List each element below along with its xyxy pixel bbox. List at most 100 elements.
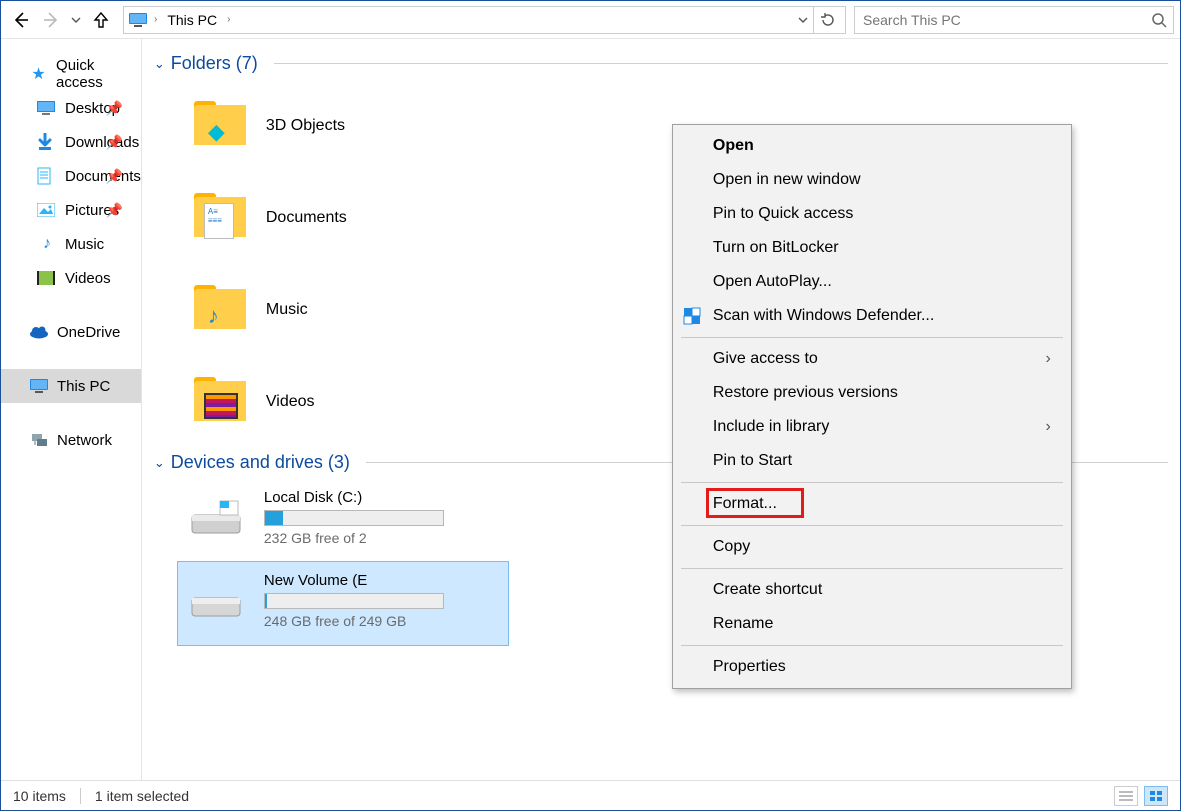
chevron-down-icon: ⌄	[154, 455, 165, 471]
tree-label: Downloads	[65, 134, 139, 151]
status-selection: 1 item selected	[95, 788, 189, 804]
folder-icon: A≡≡≡≡	[194, 193, 250, 243]
documents-icon	[37, 167, 57, 185]
tree-music[interactable]: ♪ Music	[1, 227, 141, 261]
ctx-format[interactable]: Format...	[675, 487, 1069, 521]
ctx-rename[interactable]: Rename	[675, 607, 1069, 641]
capacity-bar	[264, 593, 444, 609]
ctx-bitlocker[interactable]: Turn on BitLocker	[675, 231, 1069, 265]
drive-icon	[186, 578, 246, 624]
submenu-arrow-icon: ›	[1046, 418, 1051, 436]
tree-documents[interactable]: Documents 📌	[1, 159, 141, 193]
drive-new-volume-e[interactable]: New Volume (E 248 GB free of 249 GB	[178, 562, 508, 645]
nav-forward-button[interactable]	[37, 6, 65, 34]
section-title: Folders (7)	[171, 53, 258, 74]
tree-videos[interactable]: Videos	[1, 261, 141, 295]
folder-label: Documents	[266, 209, 347, 227]
desktop-icon	[37, 101, 57, 115]
tree-quick-access[interactable]: ★ Quick access	[1, 57, 141, 91]
folder-documents[interactable]: A≡≡≡≡ Documents	[194, 172, 444, 264]
drive-free-text: 248 GB free of 249 GB	[264, 613, 444, 629]
pin-icon: 📌	[105, 202, 122, 219]
separator	[681, 525, 1063, 526]
download-icon	[37, 133, 57, 151]
refresh-button[interactable]	[813, 6, 841, 34]
ctx-create-shortcut[interactable]: Create shortcut	[675, 573, 1069, 607]
chevron-right-icon[interactable]: ›	[227, 14, 230, 25]
status-bar: 10 items 1 item selected	[1, 780, 1180, 810]
tree-label: Quick access	[56, 57, 141, 91]
search-input[interactable]	[861, 11, 1151, 29]
drive-icon	[186, 495, 246, 541]
search-box[interactable]	[854, 6, 1174, 34]
nav-back-button[interactable]	[7, 6, 35, 34]
chevron-down-icon: ⌄	[154, 56, 165, 72]
folder-videos[interactable]: Videos	[194, 356, 444, 448]
pin-icon: 📌	[105, 134, 122, 151]
view-large-icons-button[interactable]	[1144, 786, 1168, 806]
tree-label: This PC	[57, 378, 110, 395]
folder-label: 3D Objects	[266, 117, 345, 135]
drive-local-c[interactable]: Local Disk (C:) 232 GB free of 2	[178, 479, 508, 562]
ctx-properties[interactable]: Properties	[675, 650, 1069, 684]
pictures-icon	[37, 203, 57, 217]
folder-music[interactable]: ♪ Music	[194, 264, 444, 356]
ctx-autoplay[interactable]: Open AutoPlay...	[675, 265, 1069, 299]
nav-up-button[interactable]	[87, 6, 115, 34]
shield-icon	[683, 307, 701, 325]
tree-label: Videos	[65, 270, 111, 287]
breadcrumb-this-pc[interactable]: This PC	[163, 10, 221, 30]
drive-name: New Volume (E	[264, 572, 444, 589]
pin-icon: 📌	[105, 168, 122, 185]
tree-label: Music	[65, 236, 104, 253]
star-icon: ★	[29, 64, 48, 84]
status-item-count: 10 items	[13, 788, 66, 804]
ctx-open[interactable]: Open	[675, 129, 1069, 163]
chevron-right-icon[interactable]: ›	[154, 14, 157, 25]
ctx-open-new-window[interactable]: Open in new window	[675, 163, 1069, 197]
videos-icon	[37, 271, 57, 285]
context-menu: Open Open in new window Pin to Quick acc…	[672, 124, 1072, 689]
ctx-include-library[interactable]: Include in library ›	[675, 410, 1069, 444]
submenu-arrow-icon: ›	[1046, 350, 1051, 368]
pin-icon: 📌	[105, 100, 122, 117]
tree-network[interactable]: Network	[1, 423, 141, 457]
ctx-pin-quick-access[interactable]: Pin to Quick access	[675, 197, 1069, 231]
drive-free-text: 232 GB free of 2	[264, 530, 444, 546]
music-icon: ♪	[37, 235, 57, 253]
address-dropdown[interactable]	[797, 14, 809, 26]
separator	[681, 568, 1063, 569]
ctx-give-access[interactable]: Give access to ›	[675, 342, 1069, 376]
nav-recent-dropdown[interactable]	[67, 6, 85, 34]
section-title: Devices and drives (3)	[171, 452, 350, 473]
tree-label: Network	[57, 432, 112, 449]
pc-icon	[29, 378, 49, 394]
drive-name: Local Disk (C:)	[264, 489, 444, 506]
tree-onedrive[interactable]: OneDrive	[1, 315, 141, 349]
ctx-copy[interactable]: Copy	[675, 530, 1069, 564]
cloud-icon	[29, 325, 49, 339]
section-folders-header[interactable]: ⌄ Folders (7)	[154, 53, 1168, 74]
folder-icon: ◆	[194, 101, 250, 151]
folder-3d-objects[interactable]: ◆ 3D Objects	[194, 80, 444, 172]
separator	[681, 645, 1063, 646]
tree-pictures[interactable]: Pictures 📌	[1, 193, 141, 227]
folder-icon	[194, 377, 250, 427]
ctx-defender[interactable]: Scan with Windows Defender...	[675, 299, 1069, 333]
address-bar[interactable]: › This PC ›	[123, 6, 846, 34]
folder-label: Videos	[266, 393, 315, 411]
search-icon[interactable]	[1151, 12, 1167, 28]
tree-this-pc[interactable]: This PC	[1, 369, 141, 403]
separator	[681, 337, 1063, 338]
tree-desktop[interactable]: Desktop 📌	[1, 91, 141, 125]
capacity-bar	[264, 510, 444, 526]
folder-icon: ♪	[194, 285, 250, 335]
tree-downloads[interactable]: Downloads 📌	[1, 125, 141, 159]
view-details-button[interactable]	[1114, 786, 1138, 806]
separator	[681, 482, 1063, 483]
ctx-pin-start[interactable]: Pin to Start	[675, 444, 1069, 478]
tree-label: OneDrive	[57, 324, 120, 341]
content-pane: ⌄ Folders (7) ◆ 3D Objects A≡	[142, 39, 1181, 780]
ctx-restore-versions[interactable]: Restore previous versions	[675, 376, 1069, 410]
tree-label: Documents	[65, 168, 141, 185]
